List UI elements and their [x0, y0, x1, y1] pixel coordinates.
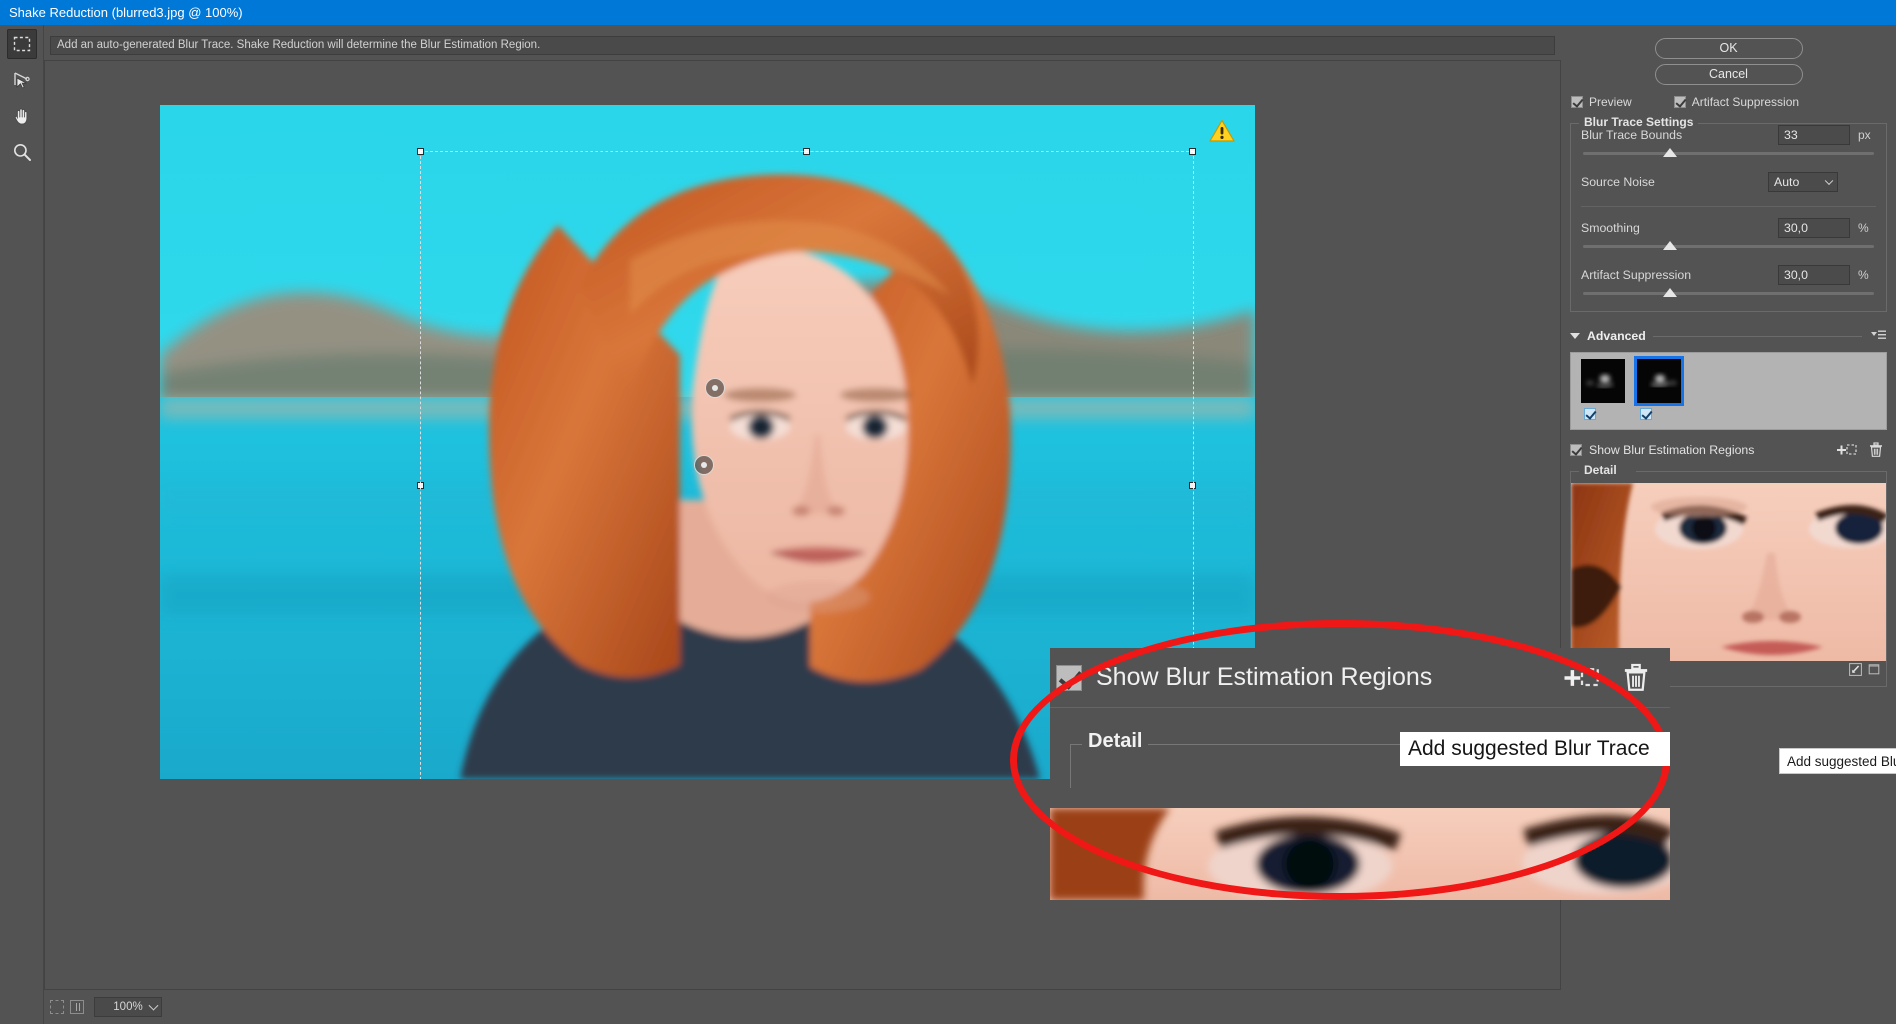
window-title-bar: Shake Reduction (blurred3.jpg @ 100%) [0, 0, 1896, 25]
header-rule [1653, 336, 1862, 337]
artifact-suppression-checkbox[interactable]: Artifact Suppression [1674, 95, 1799, 109]
advanced-label: Advanced [1587, 329, 1646, 343]
blur-region-marker[interactable] [694, 455, 714, 475]
blur-direction-arrow-icon [11, 69, 33, 91]
group-border-left [1571, 471, 1579, 472]
smoothing-input[interactable]: 30,0 [1778, 218, 1850, 238]
shake-reduction-dialog: Shake Reduction (blurred3.jpg @ 100%) [0, 0, 1896, 1024]
source-noise-select[interactable]: Auto [1768, 172, 1838, 192]
ok-button[interactable]: OK [1655, 38, 1803, 59]
group-border-left [1571, 123, 1579, 124]
triangle-down-icon[interactable] [1570, 333, 1580, 339]
checkbox-box [1571, 96, 1583, 108]
blur-trace-bounds-unit: px [1858, 128, 1876, 142]
show-blur-estimation-regions-row: Show Blur Estimation Regions [1570, 439, 1887, 461]
panel-menu-icon[interactable] [1869, 329, 1887, 344]
canvas-area[interactable] [44, 60, 1561, 990]
detail-label: Detail [1579, 463, 1622, 477]
group-border-right [1681, 123, 1886, 124]
slider-track [1583, 152, 1874, 155]
smoothing-slider[interactable] [1583, 240, 1874, 254]
detail-zoom-level: 00% [1576, 665, 1598, 677]
undock-detail-icon[interactable] [1868, 663, 1881, 679]
marquee-dashed-icon [12, 34, 32, 54]
blur-trace-checkbox[interactable] [1640, 408, 1652, 420]
artifact-suppression-label: Artifact Suppression [1581, 268, 1778, 282]
checkbox-box [1674, 96, 1686, 108]
trash-icon[interactable] [1865, 441, 1887, 459]
smoothing-unit: % [1858, 221, 1876, 235]
blur-trace-bounds-input[interactable]: 33 [1778, 125, 1850, 145]
artifact-suppression-row: Artifact Suppression 30,0 % [1581, 263, 1876, 287]
window-title: Shake Reduction (blurred3.jpg @ 100%) [9, 5, 243, 20]
blur-trace-item[interactable] [1581, 359, 1625, 420]
tooltip-text: Add suggested Blur Trace [1787, 754, 1896, 769]
actual-pixels-icon[interactable] [70, 1000, 84, 1014]
image-preview[interactable] [160, 105, 1255, 779]
hand-icon [11, 105, 33, 127]
smoothing-label: Smoothing [1581, 221, 1778, 235]
artifact-suppression-toggle-label: Artifact Suppression [1692, 95, 1799, 109]
options-message-text: Add an auto-generated Blur Trace. Shake … [57, 39, 540, 51]
preview-toggles-row: Preview Artifact Suppression [1561, 95, 1896, 109]
blur-trace-item[interactable] [1637, 359, 1681, 420]
tool-strip [0, 25, 44, 1024]
blur-trace-thumb-1[interactable] [1581, 359, 1625, 403]
chevron-down-icon [149, 1001, 159, 1011]
blur-region-marker[interactable] [705, 378, 725, 398]
blur-trace-list[interactable] [1570, 352, 1887, 430]
detail-footer: 00% [1571, 661, 1886, 681]
slider-thumb[interactable] [1663, 288, 1677, 297]
hand-tool[interactable] [7, 101, 37, 131]
blur-trace-settings-group: Blur Trace Settings Blur Trace Bounds 33… [1570, 123, 1887, 312]
blur-trace-settings-label: Blur Trace Settings [1579, 115, 1698, 129]
zoom-tool[interactable] [7, 137, 37, 167]
blur-trace-checkbox[interactable] [1584, 408, 1596, 420]
group-border-right [1636, 471, 1886, 472]
zoom-level-value: 100% [113, 1001, 142, 1013]
enhance-at-loupe-icon[interactable] [1849, 663, 1862, 679]
detail-group: Detail [1570, 471, 1887, 687]
blur-trace-bounds-label: Blur Trace Bounds [1581, 128, 1778, 142]
cancel-button[interactable]: Cancel [1655, 64, 1803, 85]
blur-direction-tool[interactable] [7, 65, 37, 95]
artifact-suppression-input[interactable]: 30,0 [1778, 265, 1850, 285]
slider-track [1583, 245, 1874, 248]
magnifier-icon [11, 141, 33, 163]
source-noise-label: Source Noise [1581, 175, 1768, 189]
blur-estimation-region-tool[interactable] [7, 29, 37, 59]
preview-label: Preview [1589, 95, 1632, 109]
blur-trace-thumb-2[interactable] [1637, 359, 1681, 403]
photo-image [160, 105, 1255, 779]
artifact-suppression-slider[interactable] [1583, 287, 1874, 301]
source-noise-row: Source Noise Auto [1581, 170, 1876, 194]
chevron-down-icon [1825, 177, 1833, 185]
zoom-status-bar: 100% [44, 990, 1561, 1024]
settings-panel: OK Cancel Preview Artifact Suppression B… [1561, 25, 1896, 1024]
advanced-section-header[interactable]: Advanced [1570, 328, 1887, 344]
slider-track [1583, 292, 1874, 295]
options-message-bar: Add an auto-generated Blur Trace. Shake … [50, 36, 1555, 55]
show-blur-estimation-regions-label: Show Blur Estimation Regions [1589, 443, 1829, 457]
fit-screen-icon[interactable] [50, 1000, 64, 1014]
preview-checkbox[interactable]: Preview [1571, 95, 1632, 109]
group-divider [1581, 206, 1876, 207]
smoothing-row: Smoothing 30,0 % [1581, 216, 1876, 240]
source-noise-value: Auto [1774, 175, 1799, 189]
zoom-level-select[interactable]: 100% [94, 997, 162, 1017]
show-blur-estimation-regions-checkbox[interactable] [1570, 444, 1582, 456]
detail-photo-image [1571, 483, 1886, 661]
tooltip-add-suggested-blur-trace: Add suggested Blur Trace [1779, 748, 1896, 774]
warning-triangle-icon [1209, 119, 1235, 148]
detail-loupe-preview[interactable] [1571, 483, 1886, 661]
slider-thumb[interactable] [1663, 241, 1677, 250]
slider-thumb[interactable] [1663, 148, 1677, 157]
add-blur-estimation-region-icon[interactable] [1836, 441, 1858, 459]
artifact-suppression-unit: % [1858, 268, 1876, 282]
blur-trace-bounds-slider[interactable] [1583, 147, 1874, 161]
